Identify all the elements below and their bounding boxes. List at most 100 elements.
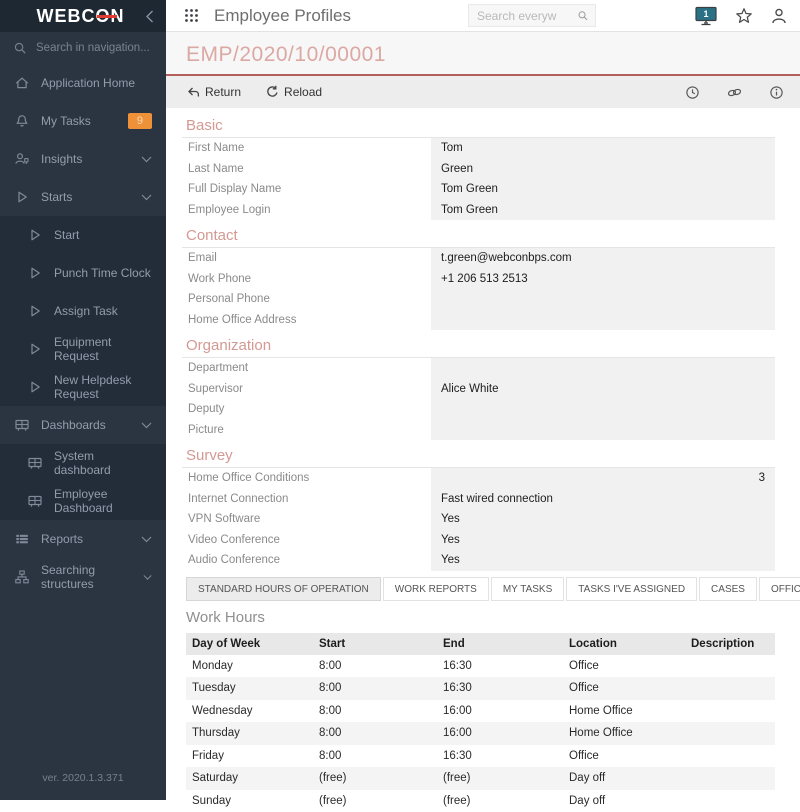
sidebar-search-input[interactable] [36,42,153,54]
sidebar-item-system-dashboard[interactable]: System dashboard [0,444,166,482]
field-row: Last Name Green [182,159,775,180]
sidebar-item-dashboards[interactable]: Dashboards [0,406,166,444]
field-value [431,358,775,379]
table-row[interactable]: Saturday (free) (free) Day off [186,767,775,790]
table-row[interactable]: Thursday 8:00 16:00 Home Office [186,722,775,745]
org-chart-icon [14,569,30,585]
field-row: Department [182,358,775,379]
col-header-start: Start [313,633,437,655]
global-search[interactable] [468,4,596,27]
sidebar-item-searching-structures[interactable]: Searching structures [0,558,166,596]
field-list: Home Office Conditions 3 Internet Connec… [182,468,775,571]
cell-start: 8:00 [313,677,437,700]
reload-button[interactable]: Reload [265,85,322,99]
field-row: Video Conference Yes [182,530,775,551]
tab[interactable]: OFFICE DOCUMENTS [759,577,800,601]
field-row: Work Phone +1 206 513 2513 [182,269,775,290]
logo-o: O [95,6,110,27]
sidebar-item-assign-task[interactable]: Assign Task [0,292,166,330]
dashboards-submenu: System dashboard Employee Dashboard [0,444,166,520]
cell-location: Day off [563,790,685,812]
sidebar-item-equipment-request[interactable]: Equipment Request [0,330,166,368]
sidebar-item-punch-time-clock[interactable]: Punch Time Clock [0,254,166,292]
tab[interactable]: MY TASKS [491,577,564,601]
section-basic: Basic First Name Tom Last Name Green [182,110,775,220]
field-value: Yes [431,530,775,551]
cell-location: Office [563,655,685,678]
sidebar-item-label: Dashboards [41,418,106,432]
sidebar-collapse-button[interactable] [145,10,154,23]
cell-start: 8:00 [313,700,437,723]
chevron-down-icon [143,574,152,581]
sidebar-item-new-helpdesk-request[interactable]: New Helpdesk Request [0,368,166,406]
return-label: Return [205,85,241,99]
field-row: Deputy [182,399,775,420]
star-icon [735,7,753,25]
employee-form: Basic First Name Tom Last Name Green [166,108,800,571]
field-value [431,420,775,441]
cell-description [685,790,775,812]
field-label: VPN Software [182,513,431,525]
field-label: First Name [182,142,431,154]
app-menu-button[interactable] [184,8,199,23]
table-row[interactable]: Wednesday 8:00 16:00 Home Office [186,700,775,723]
field-list: First Name Tom Last Name Green Full Disp… [182,138,775,220]
return-button[interactable]: Return [186,85,241,99]
tab[interactable]: WORK REPORTS [383,577,489,601]
sidebar-item-starts[interactable]: Starts [0,178,166,216]
section-contact: Contact Email t.green@webconbps.com Work… [182,220,775,330]
play-icon [27,265,43,281]
table-row[interactable]: Monday 8:00 16:30 Office [186,655,775,678]
tab[interactable]: TASKS I'VE ASSIGNED [566,577,697,601]
sidebar-item-start[interactable]: Start [0,216,166,254]
logo-bar: WEBCON [0,0,166,32]
sidebar-item-label: Start [54,228,79,242]
field-label: Supervisor [182,383,431,395]
link-button[interactable] [726,85,743,100]
sidebar-item-my-tasks[interactable]: My Tasks 9 [0,102,166,140]
table-row[interactable]: Friday 8:00 16:30 Office [186,745,775,768]
sidebar-item-insights[interactable]: Insights [0,140,166,178]
user-profile-button[interactable] [770,7,788,25]
field-value: Green [431,159,775,180]
favorites-button[interactable] [735,7,753,25]
sidebar-search[interactable] [0,32,166,64]
field-list: Department Supervisor Alice White Deputy [182,358,775,440]
field-row: Home Office Address [182,310,775,331]
cell-description [685,745,775,768]
sidebar-item-label: System dashboard [54,449,152,477]
cell-start: 8:00 [313,655,437,678]
section-organization: Organization Department Supervisor Alice… [182,330,775,440]
sidebar-item-application-home[interactable]: Application Home [0,64,166,102]
cell-start: 8:00 [313,745,437,768]
history-button[interactable] [685,85,700,100]
table-row[interactable]: Sunday (free) (free) Day off [186,790,775,812]
notifications-button[interactable]: 1 [694,6,718,26]
field-value [431,289,775,310]
field-row: Internet Connection Fast wired connectio… [182,489,775,510]
sidebar-item-reports[interactable]: Reports [0,520,166,558]
cell-day: Wednesday [186,700,313,723]
cell-day: Tuesday [186,677,313,700]
field-label: Full Display Name [182,183,431,195]
field-row: VPN Software Yes [182,509,775,530]
tab[interactable]: STANDARD HOURS OF OPERATION [186,577,381,601]
global-search-input[interactable] [477,9,577,23]
sidebar-item-label: New Helpdesk Request [54,373,152,401]
field-row: Full Display Name Tom Green [182,179,775,200]
tab[interactable]: CASES [699,577,757,601]
sidebar-item-employee-dashboard[interactable]: Employee Dashboard [0,482,166,520]
section-survey: Survey Home Office Conditions 3 Internet… [182,440,775,571]
section-title: Basic [182,110,775,138]
info-button[interactable] [769,85,784,100]
work-hours-table: Day of Week Start End Location Descripti… [186,633,775,812]
field-value: Tom [431,138,775,159]
field-value [431,399,775,420]
field-value: Fast wired connection [431,489,775,510]
col-header-description: Description [685,633,775,655]
waffle-icon [184,8,199,23]
content-panel: EMP/2020/10/00001 Return Reload [166,32,800,800]
sidebar-item-label: Employee Dashboard [54,487,152,515]
field-list: Email t.green@webconbps.com Work Phone +… [182,248,775,330]
table-row[interactable]: Tuesday 8:00 16:30 Office [186,677,775,700]
